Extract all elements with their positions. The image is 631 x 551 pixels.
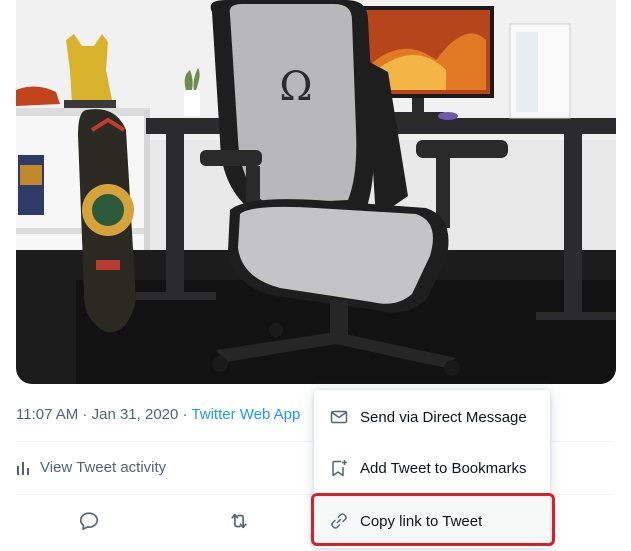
bookmark-add-icon xyxy=(332,460,347,477)
tweet-photo[interactable]: Ω xyxy=(16,0,616,384)
menu-item-label: Copy link to Tweet xyxy=(360,512,483,530)
tweet-time[interactable]: 11:07 AM xyxy=(16,406,78,423)
bar-chart-icon xyxy=(17,462,29,475)
chair-logo: Ω xyxy=(279,64,312,110)
tweet-date[interactable]: Jan 31, 2020 xyxy=(92,406,179,423)
reply-icon[interactable] xyxy=(78,510,100,532)
share-menu: Send via Direct Message Add Tweet to Boo… xyxy=(314,390,550,548)
retweet-icon[interactable] xyxy=(228,510,250,532)
envelope-icon xyxy=(330,410,348,424)
tweet-timestamp-line: 11:07 AM · Jan 31, 2020 · Twitter Web Ap… xyxy=(16,405,300,425)
meta-separator: · xyxy=(78,406,92,423)
view-tweet-activity-link[interactable]: View Tweet activity xyxy=(16,458,166,478)
link-icon xyxy=(331,513,347,529)
menu-item-label: Add Tweet to Bookmarks xyxy=(360,459,527,477)
view-tweet-activity-label: View Tweet activity xyxy=(40,459,167,476)
tweet-source-link[interactable]: Twitter Web App xyxy=(191,406,300,423)
menu-item-label: Send via Direct Message xyxy=(360,408,527,426)
menu-item-add-bookmark[interactable]: Add Tweet to Bookmarks xyxy=(314,443,550,493)
menu-item-send-direct-message[interactable]: Send via Direct Message xyxy=(314,392,550,442)
meta-separator: · xyxy=(178,406,192,423)
menu-item-copy-link[interactable]: Copy link to Tweet xyxy=(314,496,550,546)
